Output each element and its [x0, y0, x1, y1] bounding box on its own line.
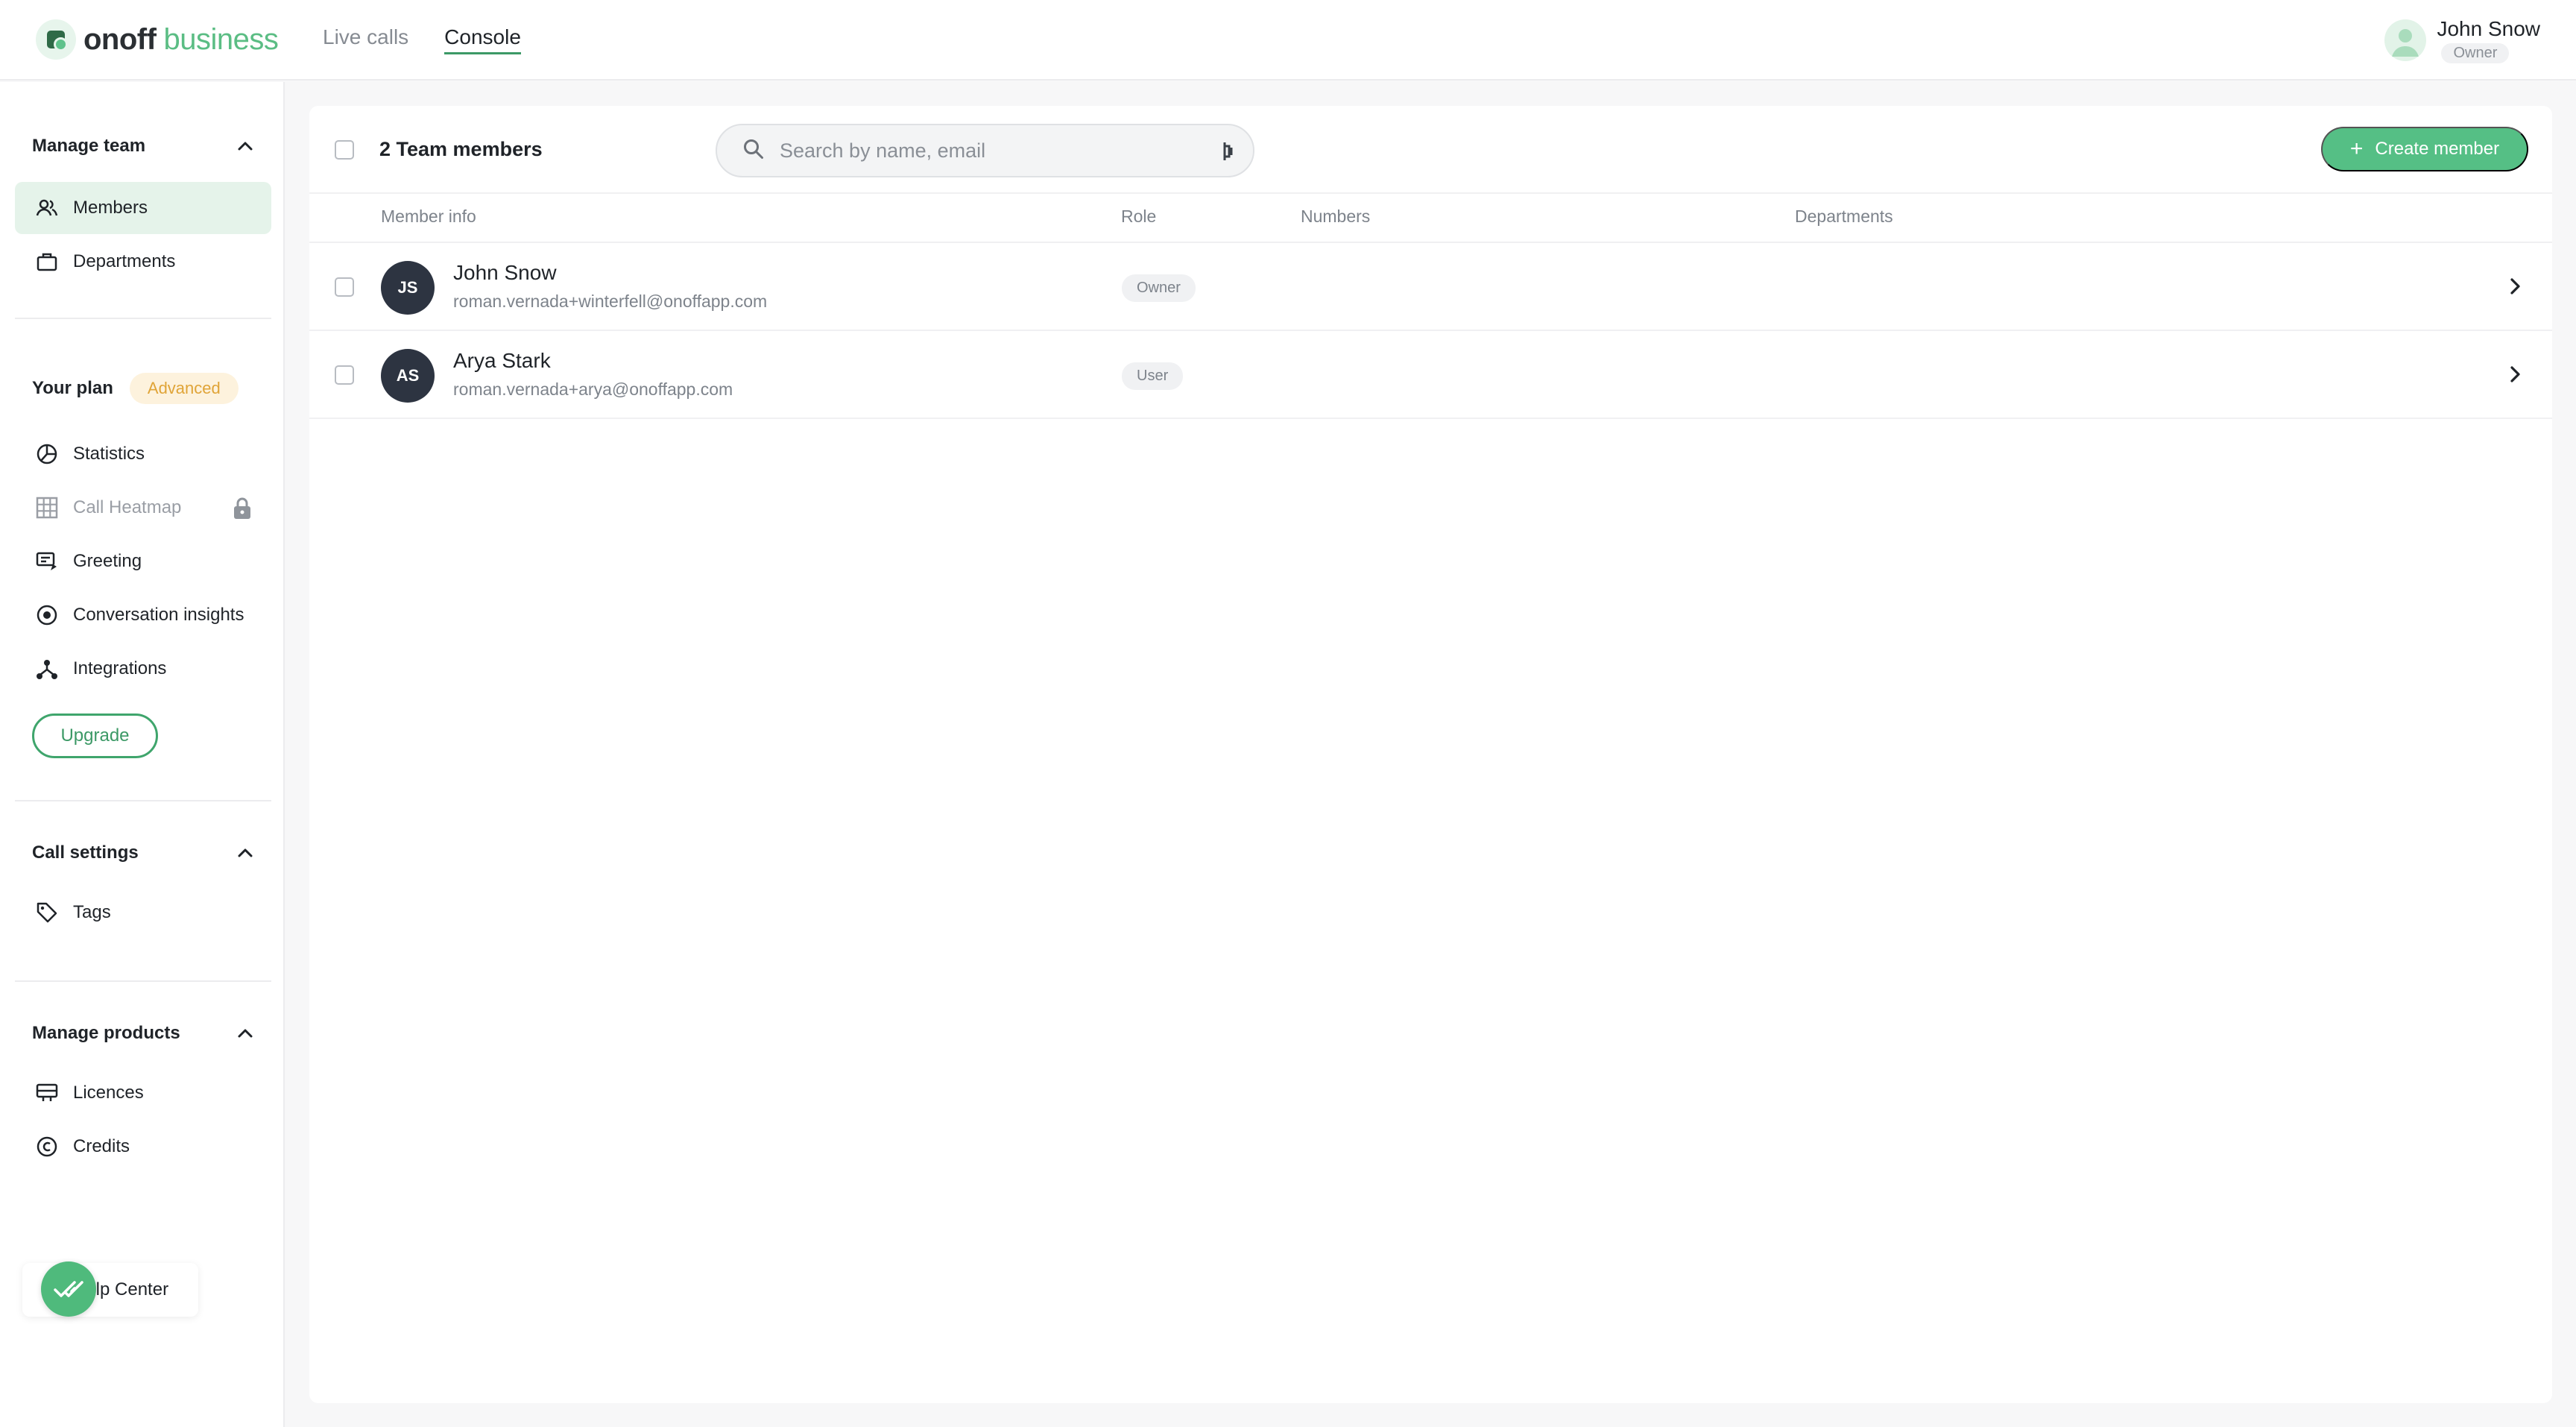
sidebar-item-credits[interactable]: Credits: [15, 1121, 271, 1173]
sidebar-item-label: Call Heatmap: [73, 497, 182, 517]
column-header-numbers: Numbers: [1301, 207, 1371, 226]
briefcase-icon: [34, 249, 60, 274]
help-check-icon[interactable]: [41, 1261, 96, 1317]
member-avatar: JS: [381, 261, 435, 315]
user-menu[interactable]: John Snow Owner: [2384, 16, 2540, 63]
row-checkbox[interactable]: [335, 277, 354, 297]
lock-icon: [233, 497, 252, 526]
plus-icon: +: [2349, 136, 2364, 161]
nav-console[interactable]: Console: [444, 25, 521, 54]
sidebar: Manage team Members Departments Your pla…: [0, 82, 285, 1427]
brand-logo[interactable]: onoff business: [36, 19, 279, 60]
brand-name: onoff: [83, 22, 157, 56]
chevron-right-icon[interactable]: [2507, 275, 2522, 301]
integrations-icon: [34, 656, 60, 681]
plan-badge: Advanced: [129, 373, 239, 404]
chevron-up-icon[interactable]: [235, 1023, 256, 1044]
user-name: John Snow: [2437, 17, 2540, 40]
team-count: 2 Team members: [379, 138, 543, 160]
member-avatar: AS: [381, 349, 435, 403]
sidebar-item-label: Licences: [73, 1083, 144, 1103]
chevron-up-icon[interactable]: [235, 842, 256, 863]
pie-chart-icon: [34, 441, 60, 467]
divider: [15, 318, 271, 319]
licence-icon: [34, 1080, 60, 1106]
section-call-settings[interactable]: Call settings: [32, 842, 256, 863]
grid-icon: [34, 495, 60, 520]
credits-icon: [34, 1134, 60, 1159]
sidebar-item-integrations[interactable]: Integrations: [15, 643, 271, 695]
member-name: Arya Stark: [453, 349, 551, 372]
member-email: roman.vernada+arya@onoffapp.com: [453, 379, 733, 399]
divider: [15, 800, 271, 801]
sidebar-item-conversation-insights[interactable]: Conversation insights: [15, 589, 271, 641]
chevron-right-icon[interactable]: [2507, 363, 2522, 389]
table-row[interactable]: AS Arya Stark roman.vernada+arya@onoffap…: [309, 331, 2552, 419]
section-title: Call settings: [32, 842, 139, 863]
column-header-member-info: Member info: [381, 207, 476, 226]
role-badge: Owner: [1122, 274, 1196, 302]
create-member-button[interactable]: + Create member: [2321, 127, 2528, 171]
sidebar-item-label: Conversation insights: [73, 605, 244, 625]
top-bar: onoff business Live calls Console John S…: [0, 0, 2576, 81]
select-all-checkbox[interactable]: [335, 140, 354, 160]
section-manage-team[interactable]: Manage team: [32, 136, 256, 157]
brand-sub: business: [163, 22, 279, 56]
sidebar-item-members[interactable]: Members: [15, 182, 271, 234]
sidebar-item-licences[interactable]: Licences: [15, 1067, 271, 1119]
member-name: John Snow: [453, 261, 557, 284]
members-panel: 2 Team members + Create member Member in…: [309, 106, 2552, 1403]
table-row[interactable]: JS John Snow roman.vernada+winterfell@on…: [309, 243, 2552, 331]
sidebar-item-label: Greeting: [73, 551, 142, 571]
section-title: Manage team: [32, 136, 146, 156]
user-avatar-icon: [2384, 19, 2427, 61]
sidebar-item-statistics[interactable]: Statistics: [15, 428, 271, 480]
panel-toolbar: 2 Team members + Create member: [309, 106, 2552, 194]
divider: [15, 980, 271, 982]
create-member-label: Create member: [2375, 139, 2500, 159]
section-manage-products[interactable]: Manage products: [32, 1023, 256, 1044]
column-header-role: Role: [1121, 207, 1157, 226]
search-box[interactable]: [716, 124, 1254, 177]
text-cursor-icon: [1220, 140, 1237, 166]
nav-live-calls[interactable]: Live calls: [323, 25, 408, 54]
search-input[interactable]: [780, 139, 1197, 163]
sidebar-item-label: Credits: [73, 1136, 130, 1156]
sidebar-item-label: Statistics: [73, 444, 145, 464]
greeting-icon: [34, 549, 60, 574]
user-role-badge: Owner: [2441, 43, 2510, 63]
sidebar-item-label: Members: [73, 198, 148, 218]
sidebar-item-tags[interactable]: Tags: [15, 886, 271, 939]
sidebar-item-call-heatmap[interactable]: Call Heatmap: [15, 482, 271, 534]
section-title: Manage products: [32, 1023, 180, 1043]
sidebar-item-greeting[interactable]: Greeting: [15, 535, 271, 588]
sidebar-item-departments[interactable]: Departments: [15, 236, 271, 288]
column-header-departments: Departments: [1795, 207, 1893, 226]
sidebar-item-label: Departments: [73, 251, 176, 271]
row-checkbox[interactable]: [335, 365, 354, 385]
sidebar-item-label: Integrations: [73, 658, 167, 678]
sidebar-item-label: Tags: [73, 902, 111, 922]
top-nav: Live calls Console: [323, 25, 521, 54]
chevron-up-icon[interactable]: [235, 136, 256, 157]
upgrade-button[interactable]: Upgrade: [32, 714, 158, 758]
section-title: Your plan: [32, 378, 113, 398]
role-badge: User: [1122, 362, 1184, 390]
logo-icon: [36, 19, 76, 60]
search-icon: [742, 138, 765, 164]
member-email: roman.vernada+winterfell@onoffapp.com: [453, 292, 768, 311]
tag-icon: [34, 900, 60, 925]
target-icon: [34, 602, 60, 628]
section-your-plan: Your plan Advanced: [32, 373, 256, 404]
members-icon: [34, 195, 60, 221]
